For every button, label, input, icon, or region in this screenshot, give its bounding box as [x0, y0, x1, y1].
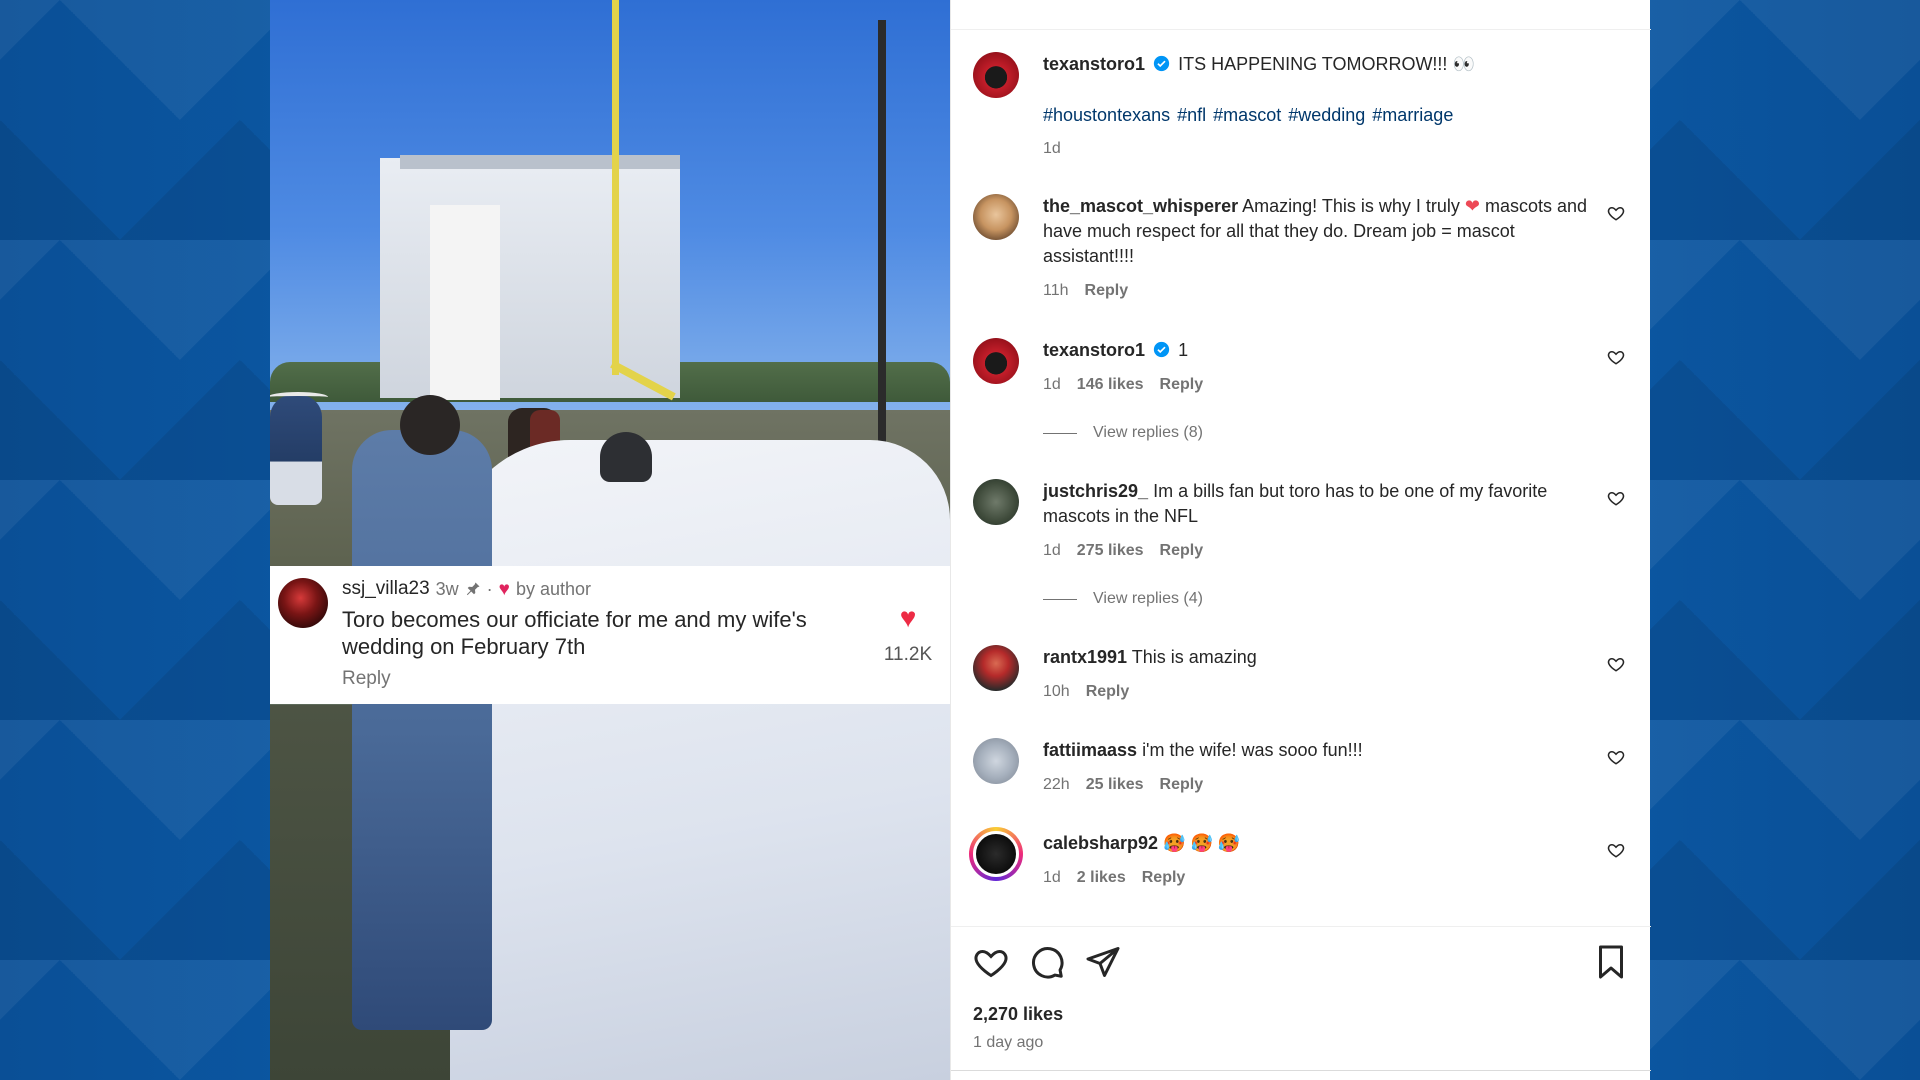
view-replies-button[interactable]: View replies (4)	[1043, 590, 1203, 608]
divider	[951, 29, 1651, 30]
comment-age: 1d	[1043, 376, 1061, 393]
avatar[interactable]	[973, 338, 1019, 384]
post-media-video[interactable]: ssj_villa23 3w · ♥ by author Toro become…	[270, 0, 950, 1080]
avatar[interactable]	[973, 738, 1019, 784]
overlay-username: ssj_villa23	[342, 578, 430, 599]
comment-like-icon[interactable]	[1607, 204, 1625, 222]
verified-badge-icon	[1153, 55, 1170, 72]
pin-icon	[466, 582, 480, 596]
post-action-bar	[973, 944, 1629, 984]
comment-username[interactable]: fattiimaass	[1043, 740, 1137, 760]
reply-button[interactable]: Reply	[1160, 538, 1204, 563]
reply-button[interactable]: Reply	[1160, 772, 1204, 797]
comment-like-icon[interactable]	[1607, 489, 1625, 507]
hashtag-link[interactable]: #nfl	[1177, 105, 1206, 125]
hashtag-list: #houstontexans #nfl #mascot #wedding #ma…	[1043, 103, 1603, 128]
comment-item: texanstoro1 1 1d 146 likes Reply	[973, 338, 1633, 397]
reply-button[interactable]: Reply	[1142, 865, 1186, 890]
comment-item: rantx1991 This is amazing 10h Reply	[973, 645, 1633, 704]
post-likes-count[interactable]: 2,270 likes	[973, 1004, 1063, 1025]
overlay-comment-text: Toro becomes our officiate for me and my…	[342, 607, 807, 659]
comment-username[interactable]: justchris29_	[1043, 481, 1148, 501]
comment-age: 1d	[1043, 542, 1061, 559]
overlay-like-count: 11.2K	[883, 644, 933, 665]
comment-text: 🥵 🥵 🥵	[1163, 833, 1241, 853]
comment-username[interactable]: calebsharp92	[1043, 833, 1158, 853]
reply-button[interactable]: Reply	[1160, 372, 1204, 397]
avatar[interactable]	[973, 645, 1019, 691]
liked-by-author-label: by author	[515, 578, 592, 599]
comment-text: 1	[1178, 340, 1189, 360]
comment-like-icon[interactable]	[1607, 655, 1625, 673]
wedding-dress	[450, 440, 950, 1080]
post-caption: texanstoro1 ITS HAPPENING TOMORROW!!! 👀 …	[973, 52, 1633, 161]
reply-button[interactable]: Reply	[1085, 278, 1129, 303]
hashtag-link[interactable]: #marriage	[1372, 105, 1453, 125]
comment-username[interactable]: rantx1991	[1043, 647, 1127, 667]
avatar-story-ring[interactable]	[969, 827, 1023, 881]
avatar	[278, 578, 328, 628]
overlay-age: 3w	[435, 578, 459, 599]
verified-badge-icon	[1153, 341, 1170, 358]
comment-text: This is amazing	[1131, 647, 1257, 667]
comment-item: justchris29_ Im a bills fan but toro has…	[973, 479, 1633, 563]
author-liked-heart-icon: ♥	[498, 578, 510, 600]
comment-age: 11h	[1043, 282, 1069, 299]
divider	[1043, 432, 1077, 434]
comment-like-icon[interactable]	[1607, 841, 1625, 859]
share-icon[interactable]	[1085, 944, 1121, 980]
post-age: 1d	[1043, 140, 1061, 157]
comment-likes[interactable]: 25 likes	[1086, 772, 1144, 797]
heart-emoji: ❤	[1464, 196, 1480, 216]
comment-like-icon[interactable]	[1607, 348, 1625, 366]
comment-text: Amazing! This is why I truly	[1242, 196, 1460, 216]
comment-item: calebsharp92 🥵 🥵 🥵 1d 2 likes Reply	[969, 827, 1633, 890]
view-replies-label: View replies (4)	[1093, 590, 1203, 607]
hashtag-link[interactable]: #wedding	[1288, 105, 1365, 125]
comment-age: 1d	[1043, 869, 1061, 886]
post-detail-panel: texanstoro1 ITS HAPPENING TOMORROW!!! 👀 …	[950, 0, 1651, 1080]
comment-likes[interactable]: 275 likes	[1077, 538, 1144, 563]
view-replies-label: View replies (8)	[1093, 424, 1203, 441]
comment-like-icon[interactable]	[1607, 748, 1625, 766]
comment-age: 22h	[1043, 776, 1070, 793]
comment-likes[interactable]: 2 likes	[1077, 865, 1126, 890]
comment-username[interactable]: texanstoro1	[1043, 340, 1145, 360]
hashtag-link[interactable]: #houstontexans	[1043, 105, 1170, 125]
caption-text: ITS HAPPENING TOMORROW!!! 👀	[1178, 54, 1475, 74]
divider	[951, 926, 1651, 927]
divider	[1043, 598, 1077, 600]
like-icon[interactable]	[973, 944, 1009, 980]
avatar[interactable]	[973, 52, 1019, 98]
comment-icon[interactable]	[1029, 944, 1065, 980]
mascot-figure	[270, 395, 322, 505]
comment-item: fattiimaass i'm the wife! was sooo fun!!…	[973, 738, 1633, 797]
post-time-ago: 1 day ago	[973, 1034, 1044, 1051]
hashtag-link[interactable]: #mascot	[1213, 105, 1281, 125]
pinned-comment-overlay: ssj_villa23 3w · ♥ by author Toro become…	[270, 566, 950, 704]
video-frame	[270, 0, 950, 1080]
avatar	[973, 831, 1019, 877]
overlay-like-heart-icon[interactable]: ♥	[878, 604, 938, 632]
comment-age: 10h	[1043, 683, 1070, 700]
view-replies-button[interactable]: View replies (8)	[1043, 424, 1203, 442]
avatar[interactable]	[973, 479, 1019, 525]
avatar[interactable]	[973, 194, 1019, 240]
divider	[951, 1070, 1651, 1071]
post-author-username[interactable]: texanstoro1	[1043, 54, 1145, 74]
overlay-reply-button[interactable]: Reply	[342, 668, 938, 690]
reply-button[interactable]: Reply	[1086, 679, 1130, 704]
comment-username[interactable]: the_mascot_whisperer	[1043, 196, 1238, 216]
separator: ·	[486, 578, 493, 599]
comment-likes[interactable]: 146 likes	[1077, 372, 1144, 397]
comment-text: i'm the wife! was sooo fun!!!	[1142, 740, 1363, 760]
comment-item: the_mascot_whisperer Amazing! This is wh…	[973, 194, 1633, 303]
bookmark-icon[interactable]	[1593, 944, 1629, 980]
